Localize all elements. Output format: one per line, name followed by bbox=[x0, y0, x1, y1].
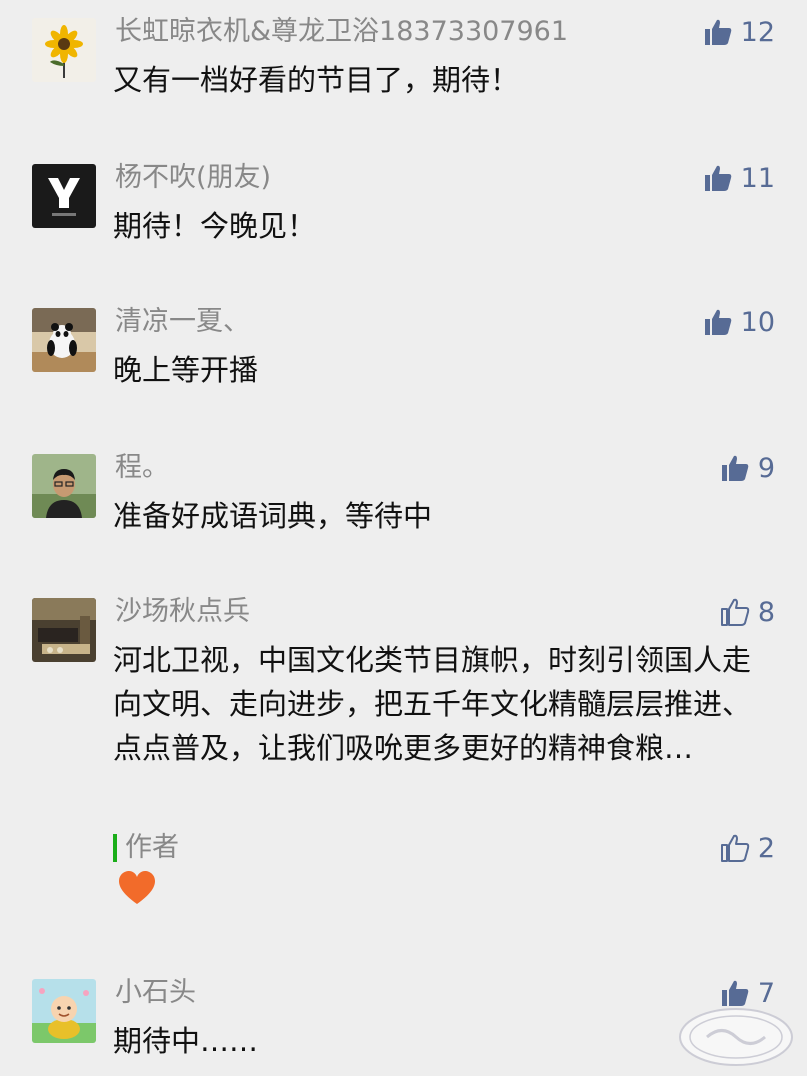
like-button[interactable]: 11 bbox=[703, 160, 775, 196]
comment-text: 晚上等开播 bbox=[113, 353, 259, 387]
comment-nickname[interactable]: 清凉一夏、 bbox=[115, 304, 250, 340]
comment-nickname[interactable]: 小石头 bbox=[115, 975, 196, 1011]
sunflower-avatar[interactable] bbox=[32, 18, 96, 82]
comment-item: 长虹晾衣机&尊龙卫浴18373307961 又有一档好看的节目了，期待！ 12 bbox=[0, 14, 807, 134]
thumbs-up-filled-icon bbox=[720, 978, 750, 1008]
comment-nickname[interactable]: 长虹晾衣机&尊龙卫浴18373307961 bbox=[115, 14, 568, 50]
monk-cartoon-avatar[interactable] bbox=[32, 979, 96, 1043]
thumbs-up-outline-icon bbox=[720, 833, 750, 863]
thumbs-up-filled-icon bbox=[703, 307, 733, 337]
comment-item: 程。 准备好成语词典，等待中 9 bbox=[0, 450, 807, 560]
comment-text: 期待中…… bbox=[113, 1024, 259, 1058]
comment-nickname[interactable]: 杨不吹(朋友) bbox=[115, 160, 271, 196]
like-count: 8 bbox=[757, 596, 775, 628]
like-button[interactable]: 10 bbox=[703, 304, 775, 340]
like-button[interactable]: 9 bbox=[720, 450, 775, 486]
author-reply: 作者 2 bbox=[113, 830, 807, 910]
comment-text: 又有一档好看的节目了，期待！ bbox=[113, 63, 520, 97]
comment-text: 河北卫视，中国文化类节目旗帜，时刻引领国人走向文明、走向进步，把五千年文化精髓层… bbox=[113, 643, 752, 765]
room-avatar[interactable] bbox=[32, 598, 96, 662]
comment-nickname[interactable]: 程。 bbox=[115, 450, 169, 486]
like-button[interactable]: 12 bbox=[703, 14, 775, 50]
comment-text: 准备好成语词典，等待中 bbox=[113, 499, 433, 533]
comment-item: 清凉一夏、 晚上等开播 10 bbox=[0, 304, 807, 414]
thumbs-up-filled-icon bbox=[720, 453, 750, 483]
reply-like-button[interactable]: 2 bbox=[720, 830, 775, 866]
comment-nickname[interactable]: 沙场秋点兵 bbox=[115, 594, 250, 630]
like-count: 10 bbox=[740, 306, 775, 338]
thumbs-up-filled-icon bbox=[703, 163, 733, 193]
seal-watermark-icon bbox=[677, 1006, 795, 1068]
like-count: 2 bbox=[757, 832, 775, 864]
like-count: 7 bbox=[757, 977, 775, 1009]
comment-item: 沙场秋点兵 河北卫视，中国文化类节目旗帜，时刻引领国人走向文明、走向进步，把五千… bbox=[0, 594, 807, 924]
like-button[interactable]: 8 bbox=[720, 594, 775, 630]
like-count: 11 bbox=[740, 162, 775, 194]
heart-emoji-icon bbox=[117, 870, 157, 906]
like-count: 12 bbox=[740, 16, 775, 48]
thumbs-up-filled-icon bbox=[703, 17, 733, 47]
thumbs-up-outline-icon bbox=[720, 597, 750, 627]
comment-item: 杨不吹(朋友) 期待！今晚见！ 11 bbox=[0, 160, 807, 270]
portrait-avatar[interactable] bbox=[32, 454, 96, 518]
panda-avatar[interactable] bbox=[32, 308, 96, 372]
like-count: 9 bbox=[757, 452, 775, 484]
y-logo-avatar[interactable] bbox=[32, 164, 96, 228]
author-reply-bar bbox=[113, 834, 117, 862]
author-label: 作者 bbox=[125, 832, 179, 863]
comment-text: 期待！今晚见！ bbox=[113, 209, 317, 243]
